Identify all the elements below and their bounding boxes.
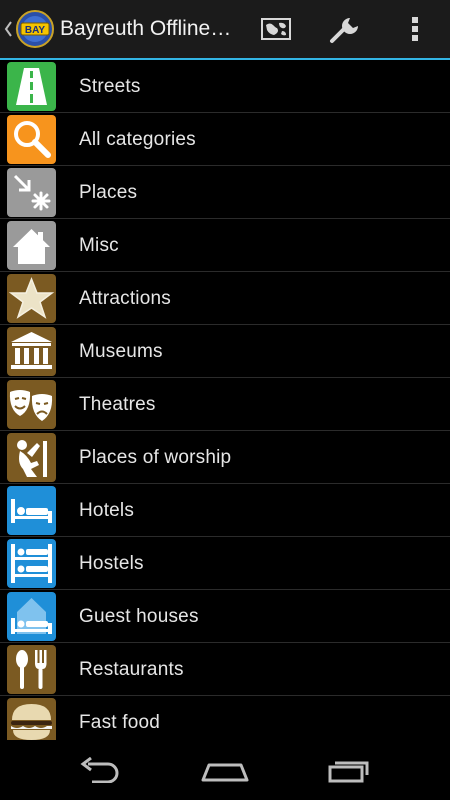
list-item[interactable]: Fast food bbox=[0, 696, 450, 740]
settings-button[interactable] bbox=[317, 0, 373, 58]
system-navigation-bar bbox=[0, 740, 450, 800]
list-item-label: Attractions bbox=[79, 287, 171, 309]
home-button[interactable] bbox=[175, 740, 275, 800]
star-icon bbox=[7, 274, 56, 323]
list-item-label: Places of worship bbox=[79, 446, 232, 468]
list-item[interactable]: Guest houses bbox=[0, 590, 450, 643]
list-item[interactable]: Attractions bbox=[0, 272, 450, 325]
house-icon bbox=[7, 221, 56, 270]
map-button[interactable] bbox=[248, 0, 304, 58]
list-item-label: Misc bbox=[79, 234, 119, 256]
action-bar: BAY Bayreuth Offline City Map bbox=[0, 0, 450, 58]
app-logo: BAY bbox=[16, 10, 54, 48]
app-title: Bayreuth Offline City Map bbox=[60, 17, 236, 40]
svg-text:BAY: BAY bbox=[25, 25, 46, 36]
list-item[interactable]: Hostels bbox=[0, 537, 450, 590]
back-arrow-icon bbox=[80, 757, 119, 783]
list-item-label: Museums bbox=[79, 340, 163, 362]
bed-icon bbox=[7, 486, 56, 535]
list-item[interactable]: Streets bbox=[0, 60, 450, 113]
list-item-label: Restaurants bbox=[79, 658, 184, 680]
wrench-icon bbox=[330, 18, 358, 43]
list-item-label: Theatres bbox=[79, 393, 156, 415]
recent-apps-icon bbox=[328, 761, 369, 783]
list-item[interactable]: Misc bbox=[0, 219, 450, 272]
list-item-label: All categories bbox=[79, 128, 196, 150]
list-item-label: Hotels bbox=[79, 499, 135, 521]
bunk-bed-icon bbox=[7, 539, 56, 588]
search-icon bbox=[7, 115, 56, 164]
list-item[interactable]: Places bbox=[0, 166, 450, 219]
road-icon bbox=[7, 62, 56, 111]
recent-apps-button[interactable] bbox=[300, 740, 400, 800]
category-list[interactable]: Streets All categories Places Misc Attractio… bbox=[0, 60, 450, 740]
list-item[interactable]: Places of worship bbox=[0, 431, 450, 484]
list-item[interactable]: Restaurants bbox=[0, 643, 450, 696]
list-item[interactable]: Theatres bbox=[0, 378, 450, 431]
praying-person-icon bbox=[7, 433, 56, 482]
list-item-label: Hostels bbox=[79, 552, 144, 574]
list-item[interactable]: All categories bbox=[0, 113, 450, 166]
home-icon bbox=[201, 763, 249, 782]
map-icon bbox=[261, 18, 291, 40]
list-item-label: Places bbox=[79, 181, 138, 203]
list-item-label: Guest houses bbox=[79, 605, 199, 627]
back-button[interactable] bbox=[50, 740, 150, 800]
places-icon bbox=[7, 168, 56, 217]
list-item-label: Streets bbox=[79, 75, 141, 97]
list-item[interactable]: Hotels bbox=[0, 484, 450, 537]
theatre-masks-icon bbox=[7, 380, 56, 429]
more-vertical-icon bbox=[412, 17, 418, 41]
burger-icon bbox=[7, 698, 56, 740]
chevron-left-icon bbox=[4, 21, 12, 37]
fork-spoon-icon bbox=[7, 645, 56, 694]
up-navigation[interactable]: BAY bbox=[0, 0, 54, 58]
list-item-label: Fast food bbox=[79, 711, 161, 733]
guest-house-icon bbox=[7, 592, 56, 641]
list-item[interactable]: Museums bbox=[0, 325, 450, 378]
overflow-menu-button[interactable] bbox=[386, 0, 444, 58]
museum-icon bbox=[7, 327, 56, 376]
